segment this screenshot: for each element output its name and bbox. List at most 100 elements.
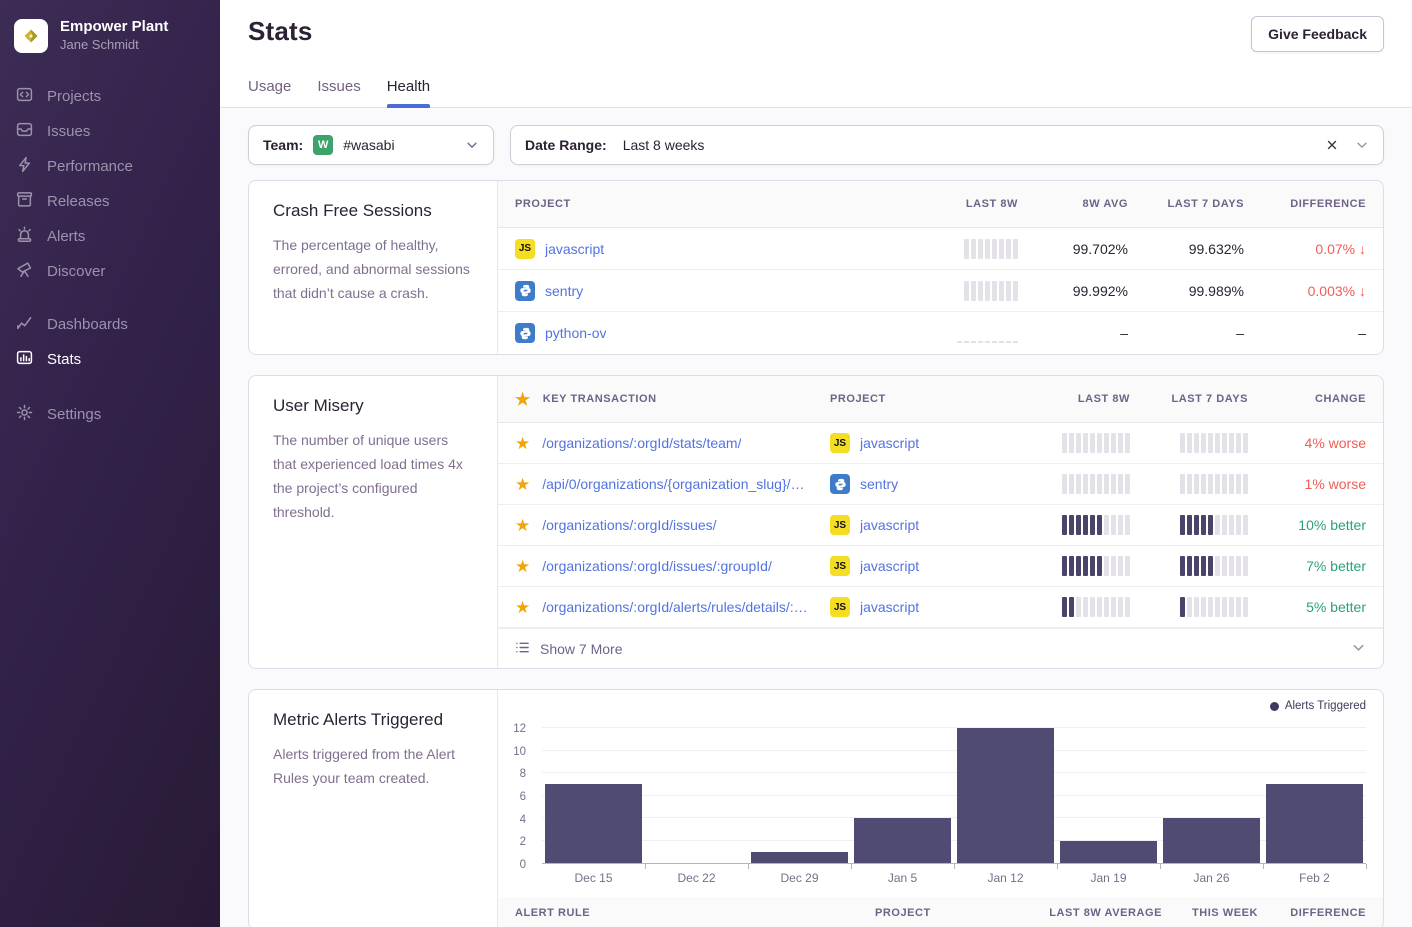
chart-bar[interactable] (1263, 728, 1366, 863)
sparkline-last-8w (1062, 515, 1130, 535)
table-row: sentry 99.992% 99.989% 0.003% ↓ (498, 270, 1383, 312)
sidebar-item-discover[interactable]: Discover (0, 254, 220, 289)
project-link[interactable]: javascript (860, 599, 919, 615)
key-transaction-star-icon[interactable]: ★ (515, 517, 530, 534)
sidebar-item-label: Projects (47, 88, 101, 105)
chevron-down-icon (1351, 640, 1366, 658)
give-feedback-button[interactable]: Give Feedback (1251, 16, 1384, 52)
sidebar-item-issues[interactable]: Issues (0, 114, 220, 149)
change-value: 10% better (1248, 517, 1366, 533)
table-row: ★ /organizations/:orgId/issues/ JS javas… (498, 505, 1383, 546)
org-names: Empower Plant Jane Schmidt (60, 18, 168, 53)
sidebar-item-releases[interactable]: Releases (0, 184, 220, 219)
chart-bar[interactable] (851, 728, 954, 863)
tab-issues[interactable]: Issues (317, 78, 360, 107)
chevron-down-icon[interactable] (1355, 138, 1369, 152)
chart-legend[interactable]: Alerts Triggered (1270, 700, 1366, 712)
org-switcher[interactable]: Empower Plant Jane Schmidt (0, 0, 220, 75)
team-select[interactable]: Team: W #wasabi (248, 125, 494, 165)
last-7d-value: 99.632% (1128, 241, 1244, 257)
project-link[interactable]: javascript (860, 558, 919, 574)
sidebar-item-alerts[interactable]: Alerts (0, 219, 220, 254)
key-transaction-star-icon[interactable]: ★ (515, 558, 530, 575)
show-more-row[interactable]: Show 7 More (498, 628, 1383, 668)
col-project: PROJECT (515, 198, 888, 210)
sidebar-item-dashboards[interactable]: Dashboards (0, 307, 220, 342)
chart-bar[interactable] (954, 728, 1057, 863)
last-7d-value: 99.989% (1128, 283, 1244, 299)
chart-plot (542, 728, 1366, 864)
panel-title: Crash Free Sessions (273, 201, 473, 221)
performance-icon (16, 156, 33, 177)
sparkline (957, 323, 1018, 343)
project-link[interactable]: javascript (860, 435, 919, 451)
chevron-down-icon (465, 138, 479, 152)
settings-icon (16, 404, 33, 425)
panel-description: The number of unique users that experien… (273, 428, 473, 524)
col-last-7-days: LAST 7 DAYS (1128, 198, 1244, 210)
chart-x-axis: Dec 15Dec 22Dec 29Jan 5Jan 12Jan 19Jan 2… (498, 864, 1383, 897)
date-range-label: Date Range: (525, 137, 607, 153)
transaction-link[interactable]: /organizations/:orgId/issues/:groupId/ (542, 558, 772, 574)
key-transaction-star-icon[interactable]: ★ (515, 476, 530, 493)
sidebar-item-label: Stats (47, 351, 81, 368)
tab-bar: Usage Issues Health (248, 78, 1384, 107)
javascript-platform-icon: JS (830, 597, 850, 617)
sparkline-last-7d (1180, 433, 1248, 453)
project-link[interactable]: javascript (545, 241, 604, 257)
chart-bar[interactable] (645, 728, 748, 863)
sidebar-nav: Projects Issues Performance Releases (0, 75, 220, 436)
sparkline-last-8w (1062, 433, 1130, 453)
project-link[interactable]: javascript (860, 517, 919, 533)
project-link[interactable]: sentry (860, 476, 898, 492)
chart-bar[interactable] (542, 728, 645, 863)
col-key-transaction: KEY TRANSACTION (543, 393, 657, 405)
sidebar-item-label: Alerts (47, 228, 85, 245)
transaction-link[interactable]: /organizations/:orgId/alerts/rules/detai… (542, 599, 810, 615)
panel-description: The percentage of healthy, errored, and … (273, 233, 473, 305)
col-last-8w: LAST 8W (888, 198, 1018, 210)
chart-bar[interactable] (1160, 728, 1263, 863)
tab-usage[interactable]: Usage (248, 78, 291, 107)
panel-title: User Misery (273, 396, 473, 416)
panel-title: Metric Alerts Triggered (273, 710, 473, 730)
chart-bar[interactable] (748, 728, 851, 863)
sidebar-item-performance[interactable]: Performance (0, 149, 220, 184)
clear-icon[interactable] (1325, 138, 1339, 152)
transaction-link[interactable]: /organizations/:orgId/issues/ (542, 517, 716, 533)
key-transaction-star-icon[interactable]: ★ (515, 599, 530, 616)
sidebar-item-projects[interactable]: Projects (0, 79, 220, 114)
content: Team: W #wasabi Date Range: Last 8 weeks (220, 108, 1412, 927)
javascript-platform-icon: JS (830, 515, 850, 535)
discover-icon (16, 261, 33, 282)
avg-8w-value: – (1018, 325, 1128, 341)
sparkline-last-7d (1180, 515, 1248, 535)
x-tick-label: Jan 19 (1057, 871, 1160, 885)
change-value: 1% worse (1248, 476, 1366, 492)
col-last-7-days: LAST 7 DAYS (1130, 393, 1248, 405)
transaction-link[interactable]: /api/0/organizations/{organization_slug}… (542, 476, 810, 492)
metric-alerts-body: Alerts Triggered 024681012 Dec 15Dec 22D… (498, 690, 1383, 927)
show-more-label: Show 7 More (540, 641, 622, 657)
col-project: PROJECT (875, 907, 990, 919)
nav-divider (0, 289, 220, 307)
date-range-value: Last 8 weeks (623, 137, 1315, 153)
sparkline-last-7d (1180, 597, 1248, 617)
project-link[interactable]: python-ov (545, 325, 606, 341)
sidebar-item-settings[interactable]: Settings (0, 397, 220, 432)
tab-health[interactable]: Health (387, 78, 430, 107)
dashboards-icon (16, 314, 33, 335)
chart-bars (542, 728, 1366, 863)
chart-bar[interactable] (1057, 728, 1160, 863)
star-icon: ★ (515, 391, 531, 408)
team-label: Team: (263, 137, 303, 153)
key-transaction-star-icon[interactable]: ★ (515, 435, 530, 452)
difference-value: 0.003% ↓ (1244, 283, 1366, 299)
transaction-link[interactable]: /organizations/:orgId/stats/team/ (542, 435, 741, 451)
sidebar-item-stats[interactable]: Stats (0, 342, 220, 377)
x-tick-label: Feb 2 (1263, 871, 1366, 885)
python-platform-icon (830, 474, 850, 494)
date-range-select[interactable]: Date Range: Last 8 weeks (510, 125, 1384, 165)
project-link[interactable]: sentry (545, 283, 583, 299)
filter-bar: Team: W #wasabi Date Range: Last 8 weeks (248, 125, 1384, 165)
